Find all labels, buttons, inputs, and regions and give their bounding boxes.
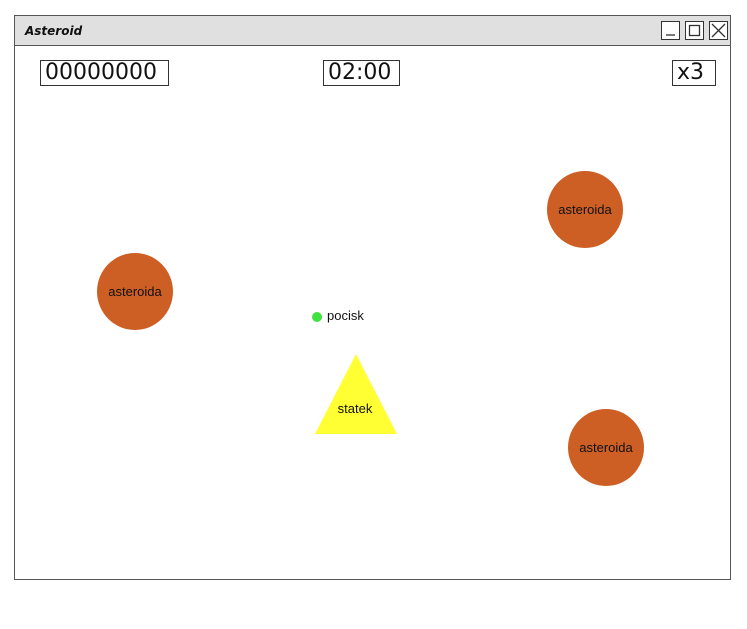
lives-display: x3 [672, 60, 716, 86]
asteroid-label: asteroida [108, 284, 162, 299]
timer-display: 02:00 [323, 60, 400, 86]
minimize-icon [666, 34, 675, 36]
close-icon [711, 23, 726, 38]
minimize-button[interactable] [661, 21, 680, 40]
maximize-button[interactable] [685, 21, 704, 40]
score-display: 00000000 [40, 60, 169, 86]
asteroid: asteroida [568, 409, 644, 486]
window-title: Asteroid [25, 24, 83, 38]
asteroid: asteroida [97, 253, 173, 330]
title-bar: Asteroid [15, 16, 730, 46]
ship-label: statek [337, 401, 373, 416]
maximize-icon [688, 24, 701, 37]
asteroid: asteroida [547, 171, 623, 248]
game-window: Asteroid 00000000 02:00 x3 asteroida ast… [14, 15, 731, 580]
bullet-label: pocisk [327, 308, 364, 323]
bullet [312, 312, 322, 322]
asteroid-label: asteroida [579, 440, 633, 455]
ship [315, 354, 397, 434]
close-button[interactable] [709, 21, 728, 40]
asteroid-label: asteroida [558, 202, 612, 217]
